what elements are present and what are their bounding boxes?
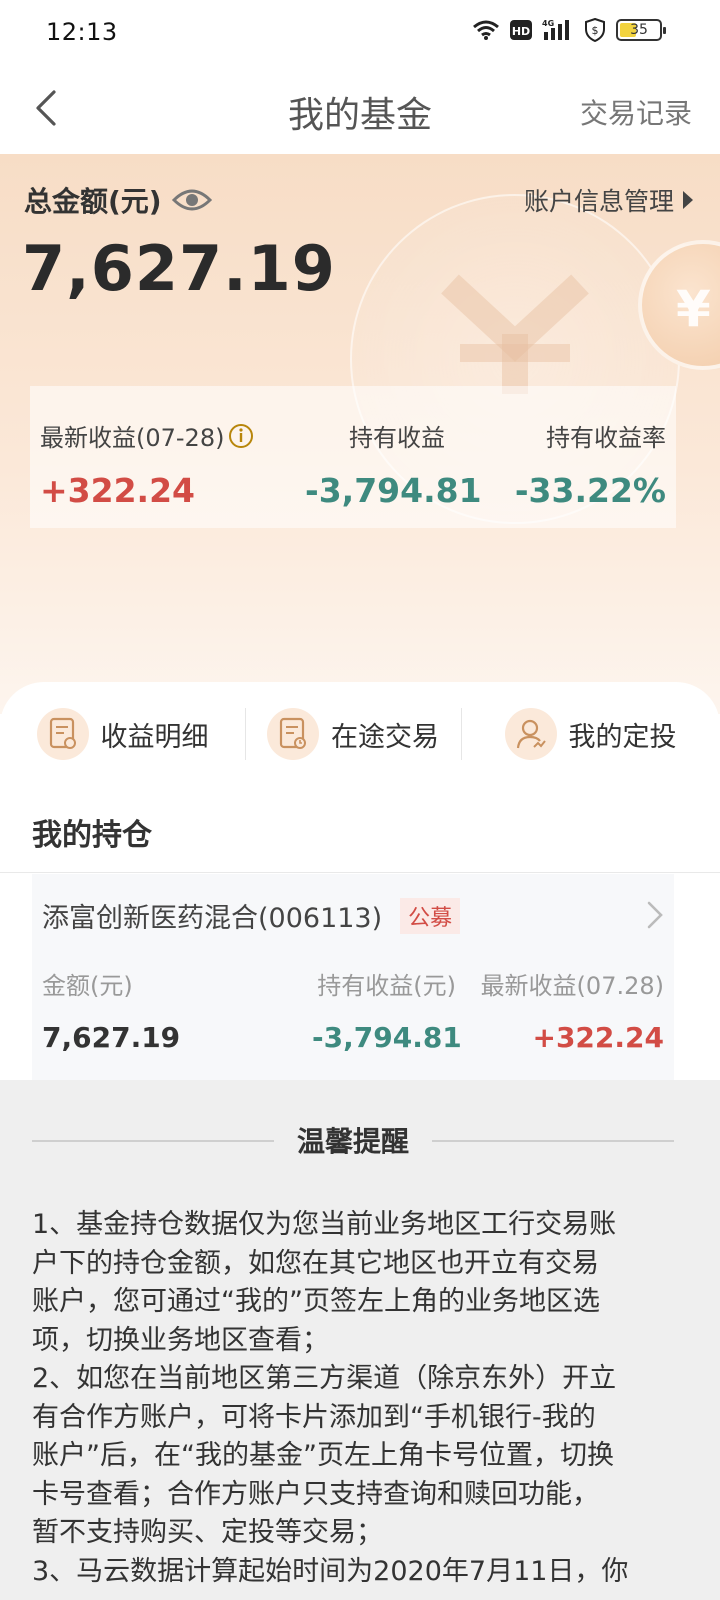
pending-trade-label: 在途交易 [331,721,439,753]
account-info-label: 账户信息管理 [523,187,674,216]
fund-amount-label: 金额(元) [42,972,133,1000]
shield-icon: $ [585,18,605,42]
yuan-watermark-icon [441,274,589,394]
fund-amount-column: 金额(元) 7,627.19 [42,966,180,1054]
holdings-title: 我的持仓 [32,818,152,853]
4g-signal-icon: 4G [542,19,569,40]
info-icon[interactable] [228,423,254,449]
transaction-records-link[interactable]: 交易记录 [580,92,692,132]
income-detail-icon [36,708,89,760]
caret-right-icon [683,191,693,209]
stat-holding-income: 持有收益 -3,794.81 [305,418,482,510]
stat-latest-income-label: 最新收益(07-28) [40,424,225,452]
reminder-line: 3、马云数据计算起始时间为2020年7月11日，你 [32,1555,629,1587]
auto-invest-label: 我的定投 [568,721,677,753]
reminder-title-text: 温馨提醒 [276,1125,429,1158]
stat-holding-rate-label: 持有收益率 [546,424,666,452]
reminder-line: 暂不支持购买、定投等交易； [32,1517,383,1548]
battery-level: 35 [630,22,648,38]
total-amount-value: 7,627.19 [22,232,336,305]
reminder-title: 温馨提醒 [32,1120,674,1160]
svg-text:4G: 4G [542,19,554,28]
svg-text:HD: HD [512,25,530,38]
battery-icon: 35 [616,19,666,41]
svg-text:$: $ [592,24,599,37]
pending-trade-button[interactable]: 在途交易 [245,704,461,764]
reminder-header: 温馨提醒 [32,1120,674,1160]
stat-holding-rate-value: -33.22% [514,471,666,510]
reminder-line: 户下的持仓金额，如您在其它地区也开立有交易 [32,1247,599,1279]
total-amount-label: 总金额(元) [24,180,212,220]
reminder-line: 账户”后，在“我的基金”页左上角卡号位置，切换 [32,1440,614,1471]
account-info-link[interactable]: 账户信息管理 [524,182,694,218]
fund-holding-income-value: -3,794.81 [312,1021,462,1054]
status-icons: HD 4G $ 35 [472,18,666,42]
reminder-text: 1、基金持仓数据仅为您当前业务地区工行交易账 户下的持仓金额，如您在其它地区也开… [32,1206,682,1591]
my-funds-page: 12:13 HD 4G $ 35 我的基金 交易记录 ¥ 总金额(元) 账户信息… [0,0,720,1600]
reminder-section: 温馨提醒 1、基金持仓数据仅为您当前业务地区工行交易账 户下的持仓金额，如您在其… [0,1080,720,1600]
eye-icon[interactable] [171,186,212,214]
total-amount-label-text: 总金额(元) [24,185,162,218]
auto-invest-button[interactable]: 我的定投 [461,704,720,764]
reminder-line: 账户，您可通过“我的”页签左上角的业务地区选 [32,1286,600,1317]
fund-latest-income-value: +322.24 [532,1021,664,1054]
status-time: 12:13 [46,18,118,46]
stat-holding-income-label: 持有收益 [349,424,445,452]
pending-trade-icon [267,708,319,760]
fund-holding-income-label: 持有收益(元) [317,972,456,1000]
fund-holding-income-column: 持有收益(元) -3,794.81 [312,966,462,1054]
stat-latest-income-value: +322.24 [40,471,195,510]
chevron-right-icon[interactable] [644,900,666,930]
fund-name: 添富创新医药混合(006113) [42,903,383,934]
income-detail-button[interactable]: 收益明细 [0,704,245,764]
asset-summary: ¥ 总金额(元) 账户信息管理 7,627.19 最新收益(07-28) +32… [0,154,720,714]
income-stats-card: 最新收益(07-28) +322.24 持有收益 -3,794.81 持有收益率… [30,386,676,528]
stat-holding-rate: 持有收益率 -33.22% [515,418,666,510]
auto-invest-icon [504,708,557,760]
fund-type-badge: 公募 [400,897,461,934]
fund-latest-income-label: 最新收益(07.28) [480,972,664,1000]
stat-latest-income: 最新收益(07-28) +322.24 [40,418,254,510]
function-row: 收益明细 在途交易 我的定投 [0,704,720,764]
reminder-line: 有合作方账户，可将卡片添加到“手机银行-我的 [32,1401,596,1433]
stat-holding-income-value: -3,794.81 [305,471,482,510]
reminder-line: 项，切换业务地区查看； [32,1324,329,1356]
nav-bar: 我的基金 交易记录 [0,64,720,154]
hd-icon: HD [510,20,532,40]
fund-holding-card[interactable]: 添富创新医药混合(006113) 公募 金额(元) 7,627.19 持有收益(… [32,874,674,1080]
fund-amount-value: 7,627.19 [42,1021,181,1054]
reminder-line: 卡号查看；合作方账户只支持查询和赎回功能， [32,1478,599,1510]
reminder-line: 2、如您在当前地区第三方渠道（除京东外）开立 [32,1363,617,1394]
wifi-icon [473,20,499,40]
status-bar: 12:13 HD 4G $ 35 [0,0,720,64]
fund-name-row: 添富创新医药混合(006113) 公募 [42,896,461,935]
divider [0,872,720,873]
income-detail-label: 收益明细 [100,721,209,753]
fund-latest-income-column: 最新收益(07.28) +322.24 [481,966,664,1054]
reminder-line: 1、基金持仓数据仅为您当前业务地区工行交易账 [32,1209,617,1240]
main-panel: 收益明细 在途交易 我的定投 我的持仓 添富创新医药混合(006113) 公募 … [0,682,720,1082]
